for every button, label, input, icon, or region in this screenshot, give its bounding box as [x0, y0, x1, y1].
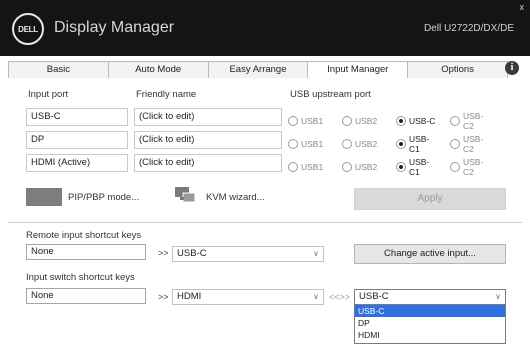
input-row-usbc: USB-C (Click to edit) USB1 USB2 USB-C US… — [26, 108, 506, 131]
info-icon[interactable]: i — [505, 61, 519, 75]
input-b-dropdown-list: USB-C DP HDMI — [354, 304, 506, 344]
close-icon[interactable]: x — [520, 2, 525, 12]
usb-radio-group: USB1 USB2 USB-C1 USB-C2 — [288, 157, 504, 177]
tab-auto-mode[interactable]: Auto Mode — [108, 62, 209, 78]
chevron-down-icon: ∨ — [313, 249, 319, 258]
friendly-name-field[interactable]: (Click to edit) — [134, 154, 282, 172]
tab-basic[interactable]: Basic — [9, 62, 109, 78]
change-active-input-button[interactable]: Change active input... — [354, 244, 506, 264]
usbc1-radio[interactable]: USB-C1 — [396, 157, 440, 177]
section-divider — [8, 222, 522, 223]
dropdown-option-usbc[interactable]: USB-C — [355, 305, 505, 317]
usbc2-radio[interactable]: USB-C2 — [450, 134, 494, 154]
usbc2-radio[interactable]: USB-C2 — [450, 157, 494, 177]
tab-bar: Basic Auto Mode Easy Arrange Input Manag… — [8, 61, 508, 78]
tab-options[interactable]: Options — [408, 62, 507, 78]
usb1-radio[interactable]: USB1 — [288, 134, 332, 154]
friendly-name-field[interactable]: (Click to edit) — [134, 108, 282, 126]
input-port-cell: DP — [26, 131, 128, 149]
chevron-down-icon: ∨ — [313, 292, 319, 301]
kvm-wizard-button[interactable]: KVM wizard... — [206, 192, 265, 203]
switch-input-b-select[interactable]: USB-C ∨ — [354, 289, 506, 305]
usb2-radio[interactable]: USB2 — [342, 134, 386, 154]
switch-input-a-value: HDMI — [177, 291, 202, 302]
tab-easy-arrange[interactable]: Easy Arrange — [208, 62, 309, 78]
pip-pbp-icon[interactable] — [26, 188, 62, 206]
switch-input-a-select[interactable]: HDMI ∨ — [172, 289, 324, 305]
remote-shortcut-label: Remote input shortcut keys — [26, 230, 142, 241]
usb-radio-group: USB1 USB2 USB-C1 USB-C2 — [288, 134, 504, 154]
usb1-radio[interactable]: USB1 — [288, 111, 332, 131]
app-title: Display Manager — [54, 19, 175, 36]
monitor-name[interactable]: Dell U2722D/DX/DE — [424, 23, 514, 34]
input-port-header: Input port — [28, 89, 69, 100]
pip-pbp-button[interactable]: PIP/PBP mode... — [68, 192, 139, 203]
usb1-radio[interactable]: USB1 — [288, 157, 332, 177]
friendly-name-field[interactable]: (Click to edit) — [134, 131, 282, 149]
chevron-down-icon: ∨ — [495, 292, 501, 301]
input-row-hdmi: HDMI (Active) (Click to edit) USB1 USB2 … — [26, 154, 506, 177]
usb2-radio[interactable]: USB2 — [342, 157, 386, 177]
tab-input-manager[interactable]: Input Manager — [308, 62, 409, 78]
switch-shortcut-label: Input switch shortcut keys — [26, 272, 135, 283]
usb2-radio[interactable]: USB2 — [342, 111, 386, 131]
title-bar: DELL Display Manager Dell U2722D/DX/DE x — [0, 0, 530, 56]
kvm-icon[interactable] — [174, 184, 196, 206]
dell-logo: DELL — [12, 13, 44, 45]
usbc-radio[interactable]: USB-C — [396, 111, 440, 131]
input-port-cell: USB-C — [26, 108, 128, 126]
switch-arrows-b: <<>> — [329, 292, 351, 302]
remote-shortcut-field[interactable]: None — [26, 244, 146, 260]
remote-input-value: USB-C — [177, 248, 207, 259]
dropdown-option-dp[interactable]: DP — [355, 317, 505, 329]
usb-upstream-header: USB upstream port — [290, 89, 371, 100]
input-row-dp: DP (Click to edit) USB1 USB2 USB-C1 USB-… — [26, 131, 506, 154]
usbc2-radio[interactable]: USB-C2 — [450, 111, 494, 131]
switch-arrows-a: >> — [158, 292, 169, 302]
remote-arrows: >> — [158, 248, 169, 258]
switch-input-b-value: USB-C — [359, 291, 389, 302]
apply-button[interactable]: Apply — [354, 188, 506, 210]
usbc1-radio[interactable]: USB-C1 — [396, 134, 440, 154]
dropdown-option-hdmi[interactable]: HDMI — [355, 329, 505, 341]
remote-input-select[interactable]: USB-C ∨ — [172, 246, 324, 262]
friendly-name-header: Friendly name — [136, 89, 197, 100]
usb-radio-group: USB1 USB2 USB-C USB-C2 — [288, 111, 504, 131]
input-port-cell: HDMI (Active) — [26, 154, 128, 172]
switch-shortcut-field[interactable]: None — [26, 288, 146, 304]
